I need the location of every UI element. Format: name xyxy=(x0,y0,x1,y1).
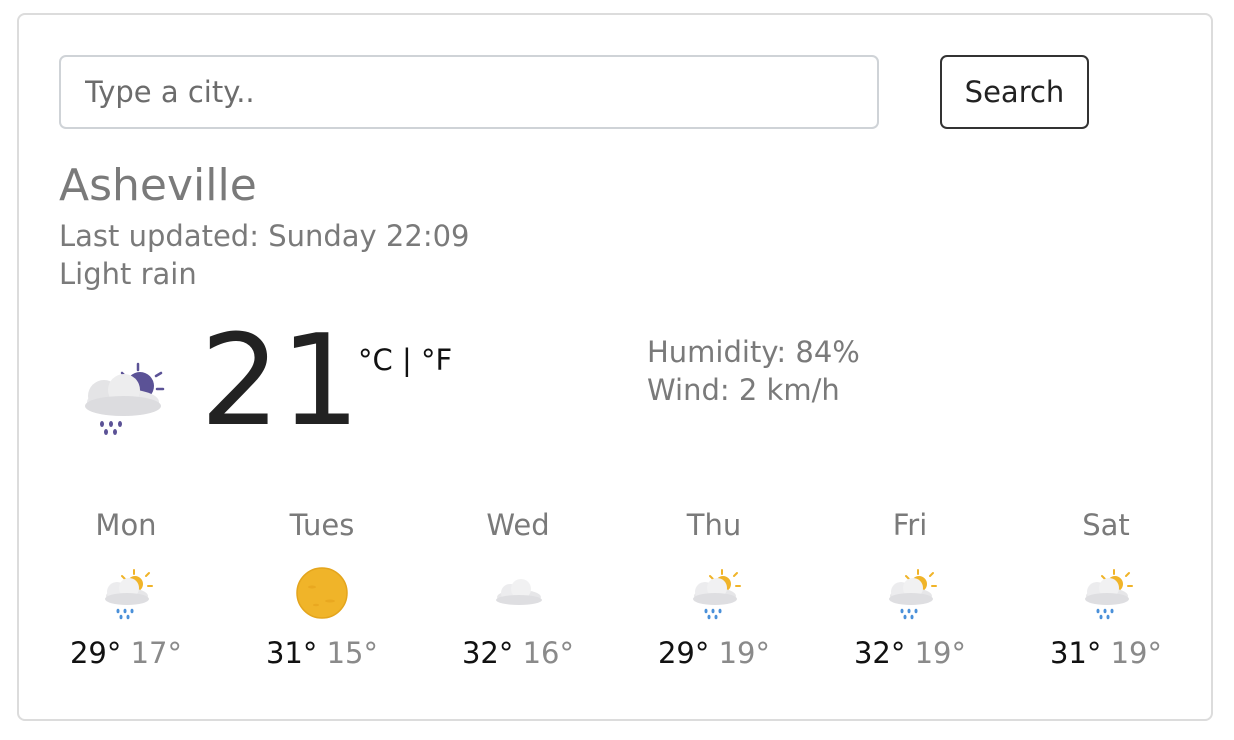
forecast-day-name: Tues xyxy=(289,508,355,542)
forecast-temps: 32° 16° xyxy=(420,633,616,673)
city-name: Asheville xyxy=(59,160,257,211)
forecast-day: Sat 31° 19° xyxy=(1008,505,1204,685)
forecast-day-name: Mon xyxy=(95,508,157,542)
partly-cloudy-rain-icon xyxy=(105,569,153,620)
unit-toggle: °C | °F xyxy=(358,343,452,377)
partly-cloudy-rain-icon xyxy=(1085,569,1133,620)
forecast-min-temp: 19° xyxy=(914,636,967,670)
forecast-temps: 29° 17° xyxy=(28,633,224,673)
forecast-day-name: Fri xyxy=(892,508,928,542)
unit-separator: | xyxy=(392,343,421,377)
forecast-min-temp: 19° xyxy=(718,636,771,670)
forecast-min-temp: 17° xyxy=(130,636,183,670)
forecast-day: Thu 29° 19° xyxy=(616,505,812,685)
forecast-min-temp: 15° xyxy=(326,636,379,670)
night-rain-icon xyxy=(85,362,165,435)
forecast-max-temp: 31° xyxy=(1049,636,1102,670)
forecast-min-temp: 16° xyxy=(522,636,575,670)
forecast-max-temp: 29° xyxy=(69,636,122,670)
city-search-input[interactable] xyxy=(59,55,879,129)
forecast-temps: 31° 19° xyxy=(1008,633,1204,673)
wind-speed: Wind: 2 km/h xyxy=(647,373,840,407)
weather-description: Light rain xyxy=(59,257,197,291)
search-button[interactable]: Search xyxy=(940,55,1089,129)
current-temperature: 21 xyxy=(200,307,361,454)
forecast-day: Tues 31° 15° xyxy=(224,505,420,685)
partly-cloudy-rain-icon xyxy=(889,569,937,620)
forecast-day: Mon 29° 17° xyxy=(28,505,224,685)
humidity: Humidity: 84% xyxy=(647,335,860,369)
forecast-temps: 31° 15° xyxy=(224,633,420,673)
last-updated: Last updated: Sunday 22:09 xyxy=(59,219,470,253)
rain-drops xyxy=(100,421,122,435)
sun-icon xyxy=(296,567,348,619)
forecast-day: Fri 32° 19° xyxy=(812,505,1008,685)
forecast-day-name: Thu xyxy=(686,508,742,542)
forecast-day-name: Sat xyxy=(1082,508,1130,542)
forecast-temps: 29° 19° xyxy=(616,633,812,673)
forecast-max-temp: 32° xyxy=(853,636,906,670)
fahrenheit-link[interactable]: °F xyxy=(421,343,452,377)
forecast-min-temp: 19° xyxy=(1110,636,1163,670)
celsius-link[interactable]: °C xyxy=(358,343,393,377)
cloud-icon xyxy=(496,579,542,605)
forecast-day: Wed 32° 16° xyxy=(420,505,616,685)
forecast-max-temp: 32° xyxy=(461,636,514,670)
forecast-max-temp: 31° xyxy=(265,636,318,670)
forecast-temps: 32° 19° xyxy=(812,633,1008,673)
forecast-day-name: Wed xyxy=(486,508,550,542)
forecast-max-temp: 29° xyxy=(657,636,710,670)
partly-cloudy-rain-icon xyxy=(693,569,741,620)
